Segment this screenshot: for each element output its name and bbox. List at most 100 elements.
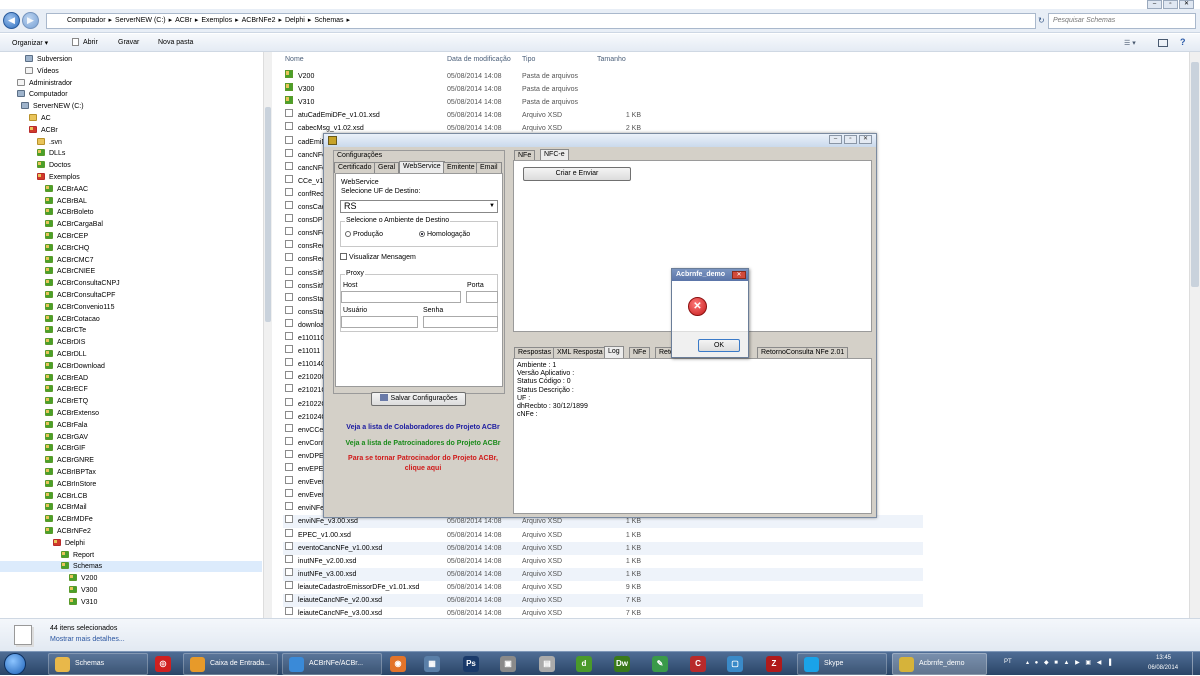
tree-item[interactable]: ACBrInStore: [45, 479, 96, 490]
become-sponsor-text[interactable]: Para se tornar Patrocinador do Projeto A…: [328, 455, 518, 462]
tree-item[interactable]: ACBrConsultaCNPJ: [45, 278, 120, 289]
tree-item[interactable]: ACBrFala: [45, 420, 87, 431]
tree-item[interactable]: ACBrCHQ: [45, 243, 89, 254]
refresh-icon[interactable]: ↻: [1038, 16, 1045, 25]
breadcrumb-chevron-icon[interactable]: ▸: [308, 17, 312, 24]
taskbar-item[interactable]: ACBrNFe/ACBr...: [282, 653, 382, 675]
column-header-date[interactable]: Data de modificação: [447, 56, 511, 63]
tree-item[interactable]: Schemas: [0, 561, 262, 573]
breadcrumb-chevron-icon[interactable]: ▸: [278, 17, 282, 24]
taskbar-item[interactable]: Schemas: [48, 653, 148, 675]
tray-icons[interactable]: ▴ ● ◆ ■ ▲ ▶ ▣ ◀ ▐: [1026, 659, 1113, 666]
host-input[interactable]: [341, 291, 461, 303]
tree-item[interactable]: ACBrECF: [45, 384, 88, 395]
view-message-check[interactable]: [340, 253, 347, 260]
breadcrumb-chevron-icon[interactable]: ▸: [347, 17, 351, 24]
tree-item[interactable]: ACBrBAL: [45, 196, 87, 207]
tree-item[interactable]: Vídeos: [25, 66, 59, 77]
tree-item[interactable]: ACBrLCB: [45, 491, 87, 502]
breadcrumb-item[interactable]: Computador: [67, 17, 106, 24]
tree-item[interactable]: V310: [69, 597, 97, 608]
back-button[interactable]: ◀: [3, 12, 20, 29]
breadcrumb-item[interactable]: Schemas: [314, 17, 343, 24]
uf-select[interactable]: RS ▼: [340, 200, 498, 213]
pinned-app[interactable]: ▤: [530, 653, 564, 675]
tree-item[interactable]: V300: [69, 585, 97, 596]
radio-homologacao-dot[interactable]: [419, 231, 425, 237]
file-row[interactable]: V200 05/08/2014 14:08 Pasta de arquivos: [283, 70, 923, 83]
tree-item[interactable]: ACBrIBPTax: [45, 467, 96, 478]
tree-item[interactable]: V200: [69, 573, 97, 584]
tab-emitente[interactable]: Emitente: [443, 162, 479, 173]
forward-button[interactable]: ▶: [22, 12, 39, 29]
pinned-app[interactable]: ✎: [643, 653, 677, 675]
radio-producao-dot[interactable]: [345, 231, 351, 237]
taskbar-item[interactable]: Acbrnfe_demo: [892, 653, 987, 675]
tab-bottom-3[interactable]: NFe: [629, 347, 651, 358]
tree-item[interactable]: ServerNEW (C:): [21, 101, 84, 112]
radio-homologacao[interactable]: Homologação: [419, 231, 470, 238]
app-close-button[interactable]: ✕: [859, 135, 872, 144]
clock-time[interactable]: 13:45: [1156, 655, 1171, 661]
breadcrumb-chevron-icon[interactable]: ▸: [235, 17, 239, 24]
tree-item[interactable]: Report: [61, 550, 94, 561]
pinned-app[interactable]: ▢: [718, 653, 752, 675]
windows-start-icon[interactable]: [4, 653, 26, 675]
column-header-type[interactable]: Tipo: [522, 56, 535, 63]
tab-bottom-0[interactable]: Respostas: [514, 347, 556, 358]
tree-item[interactable]: ACBrCMC7: [45, 255, 94, 266]
click-here-link[interactable]: clique aqui: [328, 465, 518, 472]
tab-certificado[interactable]: Certificado: [334, 162, 376, 173]
pinned-app[interactable]: Z: [757, 653, 791, 675]
tree-item[interactable]: ACBrMail: [45, 502, 87, 513]
create-send-button[interactable]: Criar e Enviar: [523, 167, 631, 181]
column-header-name[interactable]: Nome: [285, 56, 304, 63]
tree-item[interactable]: ACBrDLL: [45, 349, 87, 360]
user-input[interactable]: [341, 316, 418, 328]
breadcrumb-item[interactable]: Delphi: [285, 17, 305, 24]
pinned-app[interactable]: C: [681, 653, 715, 675]
organize-button[interactable]: Organizar ▾: [12, 39, 48, 47]
tab-nfe[interactable]: NFe: [514, 150, 536, 160]
file-row[interactable]: V310 05/08/2014 14:08 Pasta de arquivos: [283, 96, 923, 109]
tab-email[interactable]: Email: [476, 162, 502, 173]
breadcrumb-item[interactable]: ServerNEW (C:): [115, 17, 166, 24]
port-input[interactable]: [466, 291, 498, 303]
minimize-button[interactable]: –: [1147, 0, 1162, 9]
password-input[interactable]: [423, 316, 498, 328]
tree-scrollbar-thumb[interactable]: [265, 107, 271, 322]
save-button[interactable]: Gravar: [118, 39, 139, 46]
breadcrumb-chevron-icon[interactable]: ▸: [195, 17, 199, 24]
tree-item[interactable]: ACBrConsultaCPF: [45, 290, 115, 301]
help-icon[interactable]: ?: [1180, 37, 1186, 47]
tree-item[interactable]: ACBrETQ: [45, 396, 88, 407]
tree-item[interactable]: Delphi: [53, 538, 85, 549]
ok-button[interactable]: OK: [698, 339, 740, 352]
tab-geral[interactable]: Geral: [374, 162, 400, 173]
tree-item[interactable]: ACBrCEP: [45, 231, 88, 242]
sponsors-link[interactable]: Veja a lista de Patrocinadores do Projet…: [328, 440, 518, 447]
tab-bottom-2[interactable]: Log: [604, 346, 624, 358]
tree-item[interactable]: ACBrAAC: [45, 184, 88, 195]
breadcrumb-chevron-icon[interactable]: ▸: [169, 17, 173, 24]
tree-item[interactable]: AC: [29, 113, 51, 124]
close-button[interactable]: ✕: [1179, 0, 1194, 9]
tree-item[interactable]: Computador: [17, 89, 68, 100]
collaborators-link[interactable]: Veja a lista de Colaboradores do Projeto…: [328, 424, 518, 431]
file-row[interactable]: leiauteCancNFe_v3.00.xsd 05/08/2014 14:08…: [283, 607, 923, 618]
tree-item[interactable]: ACBrDIS: [45, 337, 85, 348]
tree-item[interactable]: ACBrEAD: [45, 373, 88, 384]
file-row[interactable]: atuCadEmiDFe_v1.01.xsd 05/08/2014 14:08 Ar…: [283, 109, 923, 122]
radio-producao[interactable]: Produção: [345, 231, 383, 238]
tree-item[interactable]: .svn: [37, 137, 62, 148]
tree-item[interactable]: Subversion: [25, 54, 72, 65]
search-input[interactable]: Pesquisar Schemas: [1048, 13, 1196, 29]
column-header-size[interactable]: Tamanho: [597, 56, 626, 63]
file-row[interactable]: inutNFe_v3.00.xsd 05/08/2014 14:08 Arquivo…: [283, 567, 923, 581]
file-row[interactable]: leiauteCancNFe_v2.00.xsd 05/08/2014 14:08…: [283, 594, 923, 607]
pinned-app[interactable]: ▦: [415, 653, 449, 675]
app-minimize-button[interactable]: –: [829, 135, 842, 144]
tree-item[interactable]: Doctos: [37, 160, 71, 171]
file-list-scrollbar-thumb[interactable]: [1191, 62, 1199, 287]
tree-scrollbar[interactable]: [263, 52, 272, 618]
